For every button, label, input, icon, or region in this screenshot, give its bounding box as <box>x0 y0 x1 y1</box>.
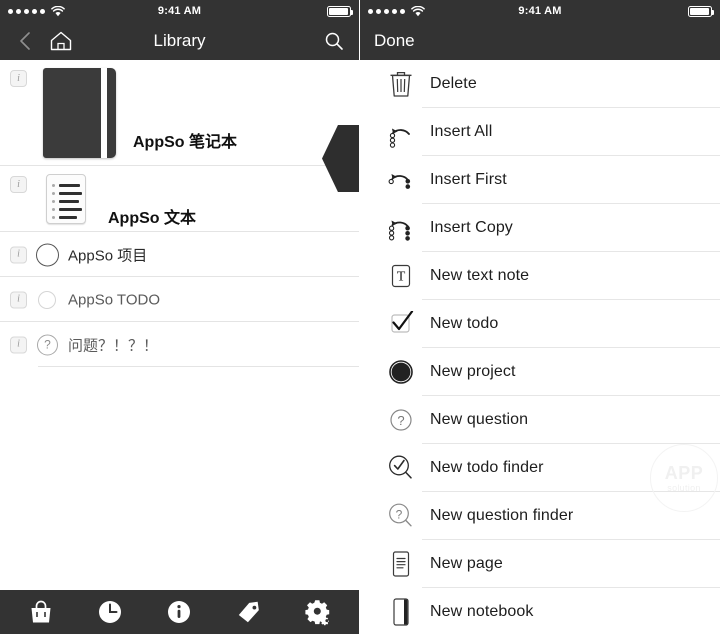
list-item[interactable]: i AppSo 项目 <box>0 232 359 277</box>
wifi-icon <box>51 5 65 17</box>
menu-item-new-project[interactable]: New project <box>360 348 720 396</box>
text-note-icon: T <box>380 262 422 290</box>
menu-item-insert-all[interactable]: Insert All <box>360 108 720 156</box>
menu-item-new-todo[interactable]: New todo <box>360 300 720 348</box>
menu-item-label: Insert First <box>430 171 507 188</box>
menu-item-new-question[interactable]: ? New question <box>360 396 720 444</box>
insert-first-icon <box>380 164 422 196</box>
menu-item-label: New page <box>430 555 503 572</box>
battery-full-icon <box>327 5 353 17</box>
list-item-label: 问题？！？！ <box>68 337 159 354</box>
page-icon <box>380 549 422 579</box>
menu-item-new-notebook[interactable]: New notebook <box>360 588 720 634</box>
menu-item-label: New text note <box>430 267 530 284</box>
insert-all-icon <box>380 116 422 148</box>
list-item[interactable]: i ? 问题？！？！ <box>0 322 359 367</box>
list-item-label: AppSo 笔记本 <box>133 134 237 151</box>
bottom-tab-bar <box>0 590 359 634</box>
list-item[interactable]: i AppSo 文本 <box>0 166 359 232</box>
status-bar-left: 9:41 AM <box>0 0 359 22</box>
menu-item-label: Insert All <box>430 123 493 140</box>
menu-item-new-text-note[interactable]: T New text note <box>360 252 720 300</box>
list-item[interactable]: i AppSo TODO <box>0 277 359 322</box>
todo-finder-icon <box>380 453 422 483</box>
menu-item-label: New project <box>430 363 516 380</box>
question-circle-icon: ? <box>37 334 58 355</box>
status-bar-right: 9:41 AM <box>360 0 720 22</box>
notebook-icon <box>380 596 422 628</box>
menu-item-label: New question <box>430 411 529 428</box>
menu-item-new-todo-finder[interactable]: New todo finder <box>360 444 720 492</box>
svg-text:?: ? <box>396 507 403 521</box>
tag-icon[interactable] <box>226 595 272 629</box>
menu-item-insert-copy[interactable]: Insert Copy <box>360 204 720 252</box>
menu-item-new-question-finder[interactable]: ? New question finder <box>360 492 720 540</box>
list-item-label: AppSo 文本 <box>108 210 196 227</box>
bag-icon[interactable] <box>18 595 64 629</box>
text-document-thumbnail <box>46 174 86 224</box>
search-icon[interactable] <box>321 31 347 51</box>
library-list: i AppSo 笔记本 i AppSo 文本 i AppSo 项目 i AppS… <box>0 60 359 367</box>
battery-full-icon <box>688 5 714 17</box>
nav-bar-right: Done <box>360 22 720 60</box>
row-separator <box>38 366 359 367</box>
wifi-icon <box>411 5 425 17</box>
menu-item-new-page[interactable]: New page <box>360 540 720 588</box>
info-badge[interactable]: i <box>10 291 27 308</box>
chevron-left-icon[interactable] <box>12 31 38 51</box>
done-button[interactable]: Done <box>372 31 415 51</box>
todo-circle-icon <box>38 290 56 309</box>
pie-chart-icon <box>380 358 422 386</box>
menu-item-label: New question finder <box>430 507 574 524</box>
action-menu-list: Delete Insert All Insert First Insert Co… <box>360 60 720 634</box>
list-item-label: AppSo TODO <box>68 291 160 308</box>
info-badge[interactable]: i <box>10 176 27 193</box>
battery-indicator <box>327 5 353 17</box>
trash-icon <box>380 69 422 99</box>
signal-dots-icon <box>368 8 405 14</box>
left-phone-screen: 9:41 AM Library i AppSo 笔记本 i AppSo 文本 i… <box>0 0 360 634</box>
info-badge[interactable]: i <box>10 70 27 87</box>
signal-dots-icon <box>8 8 45 14</box>
menu-item-label: Delete <box>430 75 477 92</box>
svg-text:T: T <box>397 270 406 285</box>
nav-bar-left: Library <box>0 22 359 60</box>
list-item-label: AppSo 项目 <box>68 247 148 264</box>
question-finder-icon: ? <box>380 501 422 531</box>
menu-item-label: New notebook <box>430 603 534 620</box>
notebook-thumbnail <box>43 68 116 158</box>
checkbox-checked-icon <box>380 311 422 337</box>
menu-item-insert-first[interactable]: Insert First <box>360 156 720 204</box>
clock-icon[interactable] <box>87 595 133 629</box>
menu-item-label: Insert Copy <box>430 219 513 236</box>
info-icon[interactable] <box>156 595 202 629</box>
dual-screenshot-container: 9:41 AM Library i AppSo 笔记本 i AppSo 文本 i… <box>0 0 720 634</box>
battery-indicator <box>688 5 714 17</box>
info-badge[interactable]: i <box>10 336 27 353</box>
project-circle-icon <box>36 243 59 266</box>
menu-item-label: New todo finder <box>430 459 544 476</box>
home-icon[interactable] <box>44 30 78 52</box>
list-item[interactable]: i AppSo 笔记本 <box>0 60 359 166</box>
right-phone-screen: 9:41 AM Done Delete Insert All Insert Fi… <box>360 0 720 634</box>
question-circle-icon: ? <box>380 407 422 433</box>
menu-item-delete[interactable]: Delete <box>360 60 720 108</box>
insert-copy-icon <box>380 211 422 245</box>
gear-icon[interactable] <box>295 595 341 629</box>
info-badge[interactable]: i <box>10 246 27 263</box>
menu-item-label: New todo <box>430 315 499 332</box>
svg-text:?: ? <box>397 413 404 428</box>
